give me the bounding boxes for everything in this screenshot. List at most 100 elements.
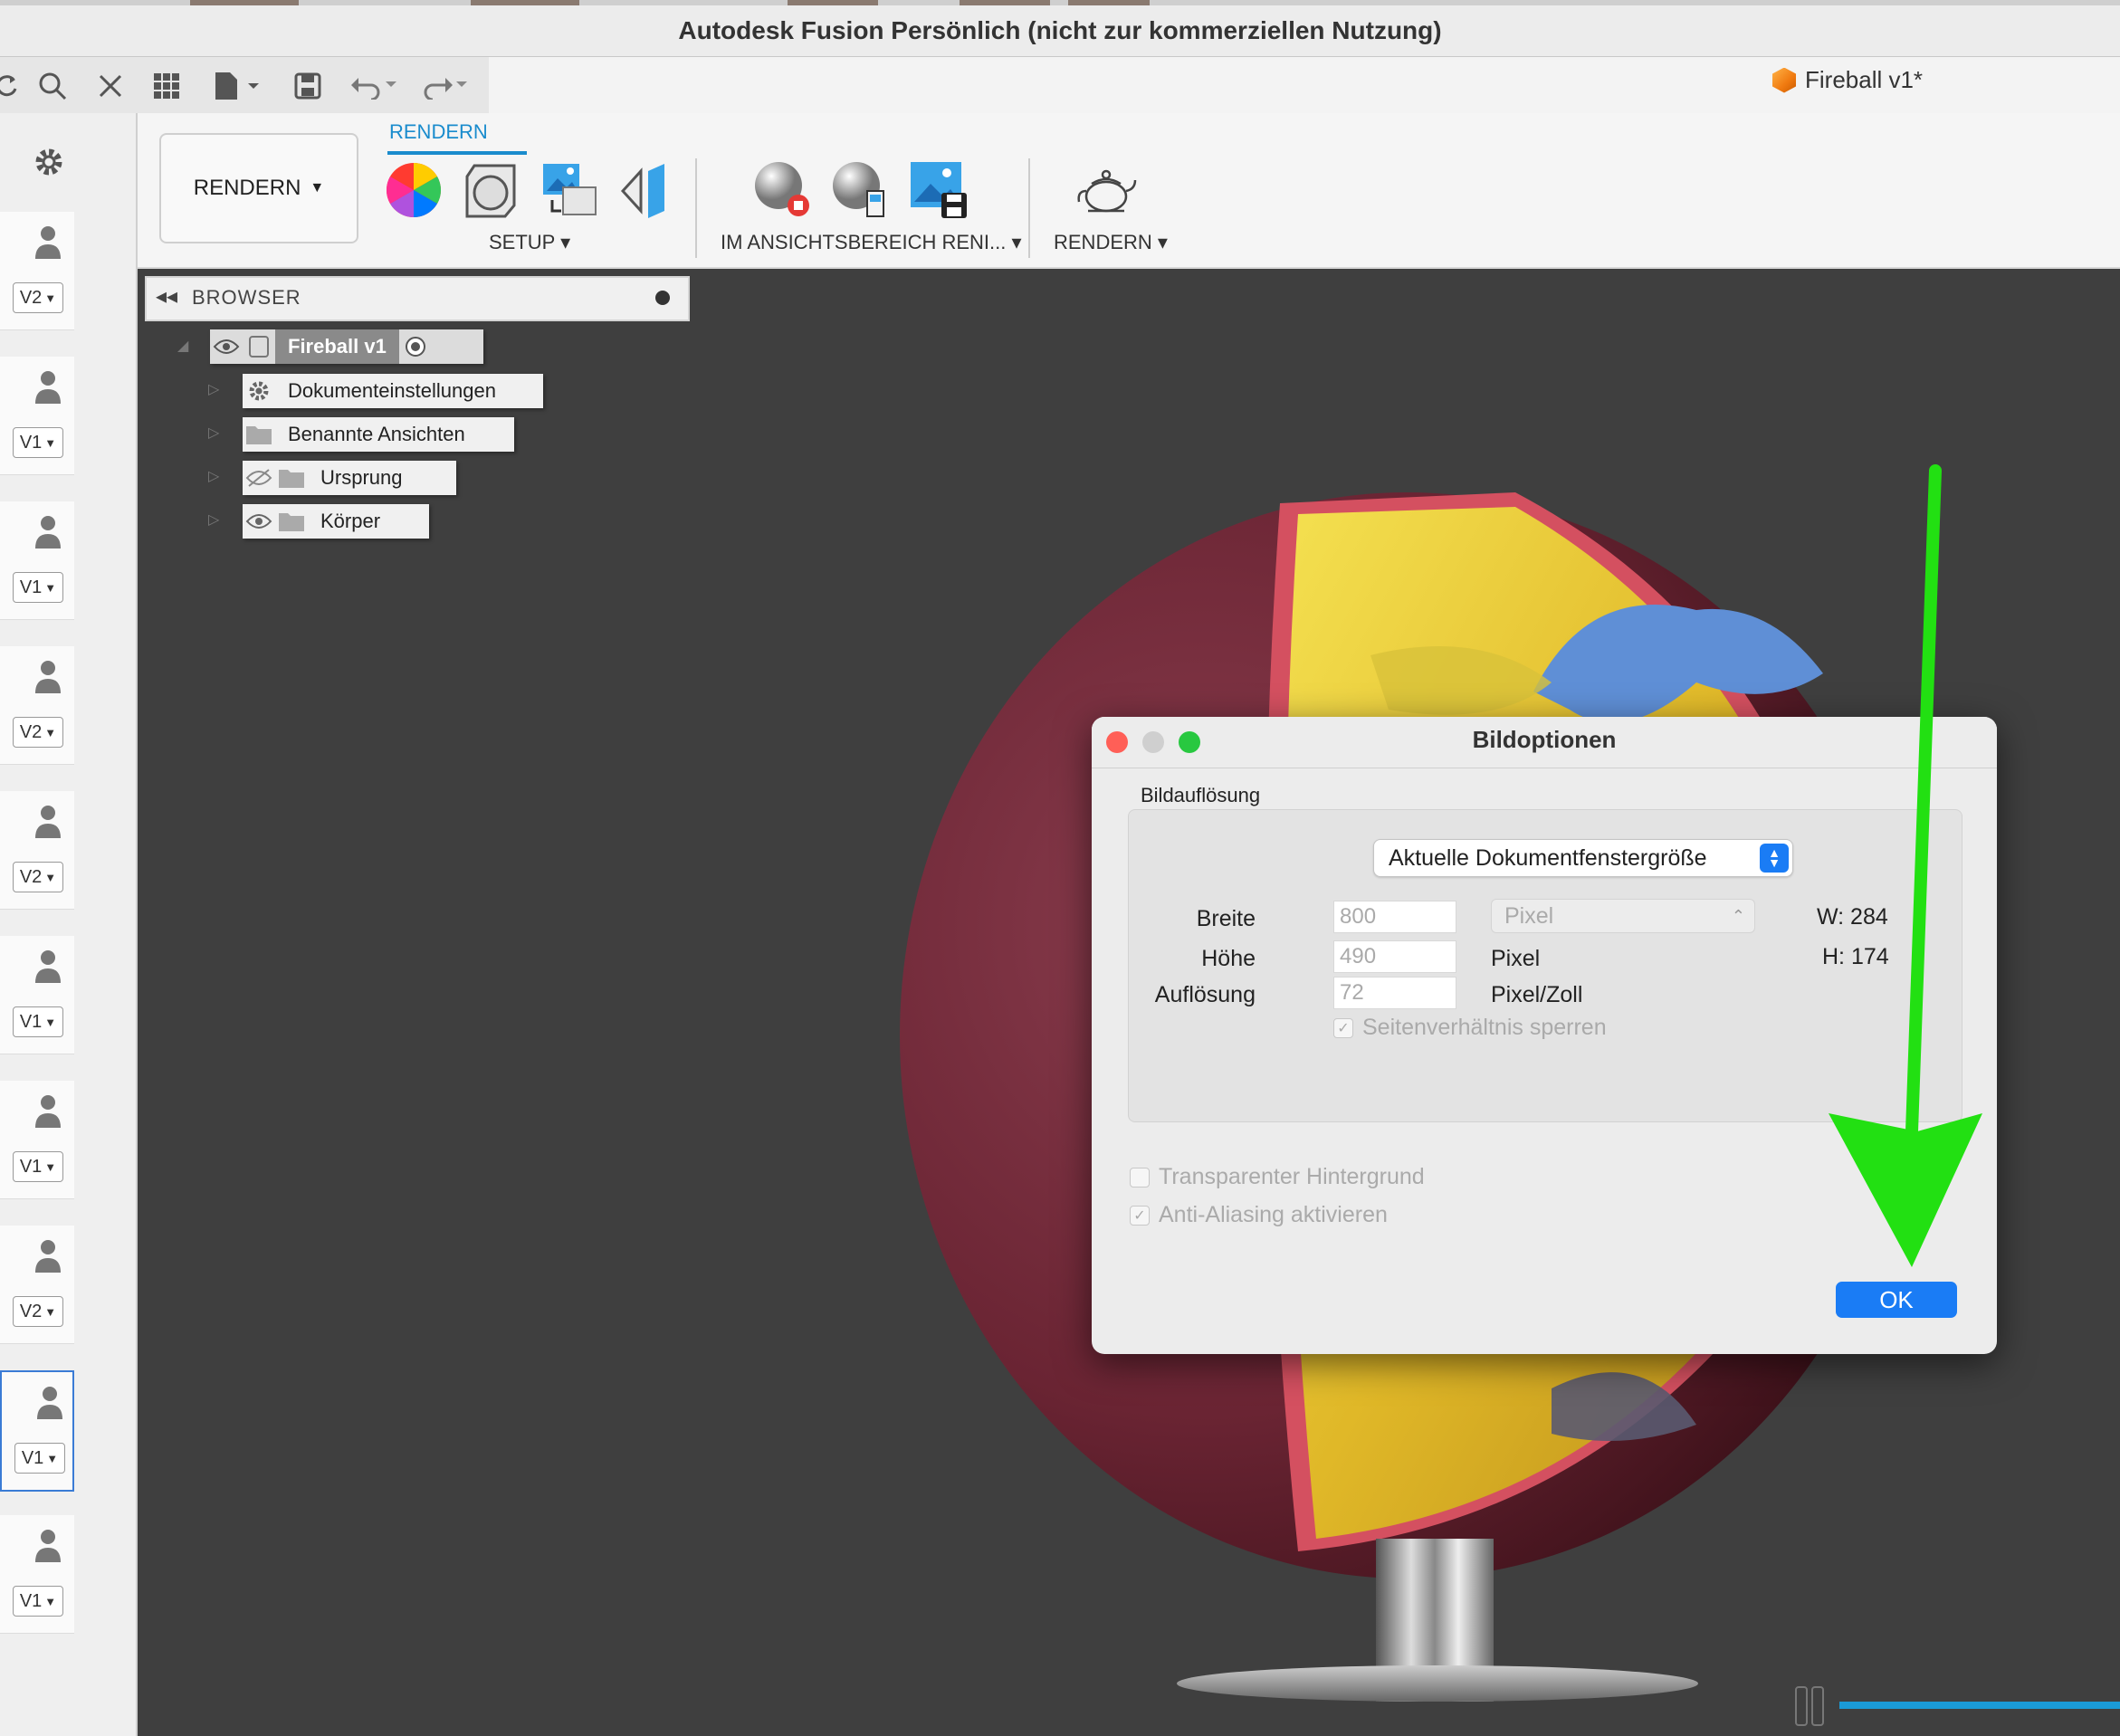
browser-item-benannte-ansichten[interactable]: Benannte Ansichten xyxy=(243,417,514,452)
version-select[interactable]: V1 ▼ xyxy=(13,1586,63,1617)
stop-render-icon[interactable] xyxy=(753,160,813,220)
version-card[interactable]: V1 ▼ xyxy=(0,1081,74,1199)
hidden-eye-icon[interactable] xyxy=(243,461,275,495)
anti-aliasing-checkbox[interactable]: ✓ xyxy=(1130,1205,1150,1226)
browser-item-ursprung[interactable]: Ursprung xyxy=(243,461,456,495)
pin-panel-icon[interactable] xyxy=(655,291,670,305)
scene-settings-icon[interactable] xyxy=(540,160,599,220)
physical-material-icon[interactable] xyxy=(462,160,521,220)
version-card[interactable]: V1 ▼ xyxy=(0,357,74,475)
version-card[interactable]: V1 ▼ xyxy=(0,1515,74,1634)
version-select[interactable]: V2 ▼ xyxy=(13,282,63,313)
ok-button[interactable]: OK xyxy=(1836,1282,1957,1318)
width-input[interactable]: 800 xyxy=(1333,901,1456,933)
version-label: V1 xyxy=(19,1011,43,1032)
width-unit-value: Pixel xyxy=(1504,903,1554,929)
browser-root-node[interactable]: Fireball v1 xyxy=(210,329,483,364)
version-card[interactable]: V2 ▼ xyxy=(0,646,74,765)
version-select[interactable]: V1 ▼ xyxy=(14,1443,65,1474)
version-select[interactable]: V2 ▼ xyxy=(13,717,63,748)
ribbon: RENDERN ▼ RENDERN SETUP ▾ IM ANSICHTSBER… xyxy=(138,113,2120,269)
version-select[interactable]: V2 ▼ xyxy=(13,1296,63,1327)
chevron-down-icon: ▼ xyxy=(310,180,325,196)
chevron-down-icon: ▼ xyxy=(44,1594,57,1608)
workspace-switcher-button[interactable]: RENDERN ▼ xyxy=(159,133,358,243)
anti-aliasing-label: Anti-Aliasing aktivieren xyxy=(1159,1202,1388,1227)
height-unit: Pixel xyxy=(1491,946,1541,971)
version-card[interactable]: V1 ▼ xyxy=(0,1370,74,1492)
tree-expand-icon[interactable]: ▷ xyxy=(208,424,219,442)
version-card[interactable]: V1 ▼ xyxy=(0,501,74,620)
version-select[interactable]: V1 ▼ xyxy=(13,572,63,603)
folder-icon xyxy=(275,504,308,539)
anti-aliasing-row[interactable]: ✓ Anti-Aliasing aktivieren xyxy=(1130,1202,1388,1228)
browser-item-dokumenteinstellungen[interactable]: Dokumenteinstellungen xyxy=(243,374,543,408)
gear-icon[interactable] xyxy=(33,146,65,183)
version-card[interactable]: V2 ▼ xyxy=(0,1226,74,1344)
setup-group-label[interactable]: SETUP ▾ xyxy=(489,231,570,254)
version-card[interactable]: V2 ▼ xyxy=(0,791,74,910)
teapot-render-icon[interactable] xyxy=(1075,160,1137,220)
version-select[interactable]: V1 ▼ xyxy=(13,1006,63,1037)
browser-panel-header[interactable]: ◂◂ BROWSER xyxy=(145,276,690,321)
transparent-bg-row[interactable]: Transparenter Hintergrund xyxy=(1130,1164,1425,1190)
capture-image-icon[interactable] xyxy=(909,160,969,220)
undo-icon[interactable] xyxy=(348,66,402,106)
version-select[interactable]: V2 ▼ xyxy=(13,862,63,892)
lock-aspect-row[interactable]: ✓ Seitenverhältnis sperren xyxy=(1333,1015,1607,1041)
redo-icon[interactable] xyxy=(418,66,473,106)
user-icon xyxy=(35,950,61,983)
appearance-icon[interactable] xyxy=(384,160,444,220)
pause-icon[interactable] xyxy=(1794,1684,1827,1729)
resolution-input[interactable]: 72 xyxy=(1333,977,1456,1009)
version-label: V2 xyxy=(19,866,43,887)
browser-item-koerper[interactable]: Körper xyxy=(243,504,429,539)
chevron-down-icon: ▼ xyxy=(44,725,57,739)
document-tab-label: Fireball v1* xyxy=(1805,66,1924,93)
collapse-panel-icon[interactable]: ◂◂ xyxy=(156,283,177,310)
render-settings-icon[interactable] xyxy=(831,160,891,220)
version-card[interactable]: V2 ▼ xyxy=(0,212,74,330)
version-select[interactable]: V1 ▼ xyxy=(13,1151,63,1182)
version-label: V1 xyxy=(19,1590,43,1611)
grid-icon[interactable] xyxy=(147,66,186,106)
height-input[interactable]: 490 xyxy=(1333,940,1456,973)
width-label: Breite xyxy=(1196,906,1256,931)
user-icon xyxy=(35,516,61,548)
lock-aspect-checkbox[interactable]: ✓ xyxy=(1333,1017,1353,1038)
tree-expand-icon[interactable]: ▷ xyxy=(208,510,219,529)
height-label: Höhe xyxy=(1201,946,1256,971)
version-select[interactable]: V1 ▼ xyxy=(13,427,63,458)
user-icon xyxy=(37,1387,62,1419)
model-stand-base xyxy=(1177,1665,1698,1702)
transparent-bg-checkbox[interactable] xyxy=(1130,1167,1150,1188)
version-card[interactable]: V1 ▼ xyxy=(0,936,74,1054)
texture-map-icon[interactable] xyxy=(617,160,677,220)
version-label: V1 xyxy=(19,1156,43,1177)
size-preset-select[interactable]: Aktuelle Dokumentfenstergröße ▲ ▼ xyxy=(1373,839,1793,877)
chevron-down-icon: ▼ xyxy=(44,1304,57,1319)
in-canvas-render-group-label[interactable]: IM ANSICHTSBEREICH RENI... ▾ xyxy=(721,231,1022,254)
tree-collapse-icon[interactable]: ◢ xyxy=(177,337,188,355)
file-icon[interactable] xyxy=(208,66,266,106)
version-label: V2 xyxy=(19,1301,43,1321)
render-progress-bar xyxy=(1839,1702,2120,1709)
tree-expand-icon[interactable]: ▷ xyxy=(208,380,219,398)
chevron-down-icon: ▼ xyxy=(44,870,57,884)
user-icon xyxy=(35,226,61,259)
browser-item-label: Ursprung xyxy=(320,466,403,489)
search-icon[interactable] xyxy=(33,66,72,106)
document-tab[interactable]: Fireball v1* xyxy=(1772,66,1923,94)
save-icon[interactable] xyxy=(288,66,328,106)
render-group-label[interactable]: RENDERN ▾ xyxy=(1054,231,1168,254)
window-titlebar: Autodesk Fusion Persönlich (nicht zur ko… xyxy=(0,5,2120,57)
tab-rendern[interactable]: RENDERN xyxy=(389,120,488,144)
close-icon[interactable] xyxy=(91,66,130,106)
visibility-eye-icon[interactable] xyxy=(243,504,275,539)
tree-expand-icon[interactable]: ▷ xyxy=(208,467,219,485)
refresh-icon[interactable] xyxy=(0,66,27,106)
visibility-eye-icon[interactable] xyxy=(210,329,243,364)
active-radio-icon[interactable] xyxy=(399,329,432,364)
width-unit-select[interactable]: Pixel ⌃ xyxy=(1491,899,1755,933)
size-preset-value: Aktuelle Dokumentfenstergröße xyxy=(1389,844,1707,871)
